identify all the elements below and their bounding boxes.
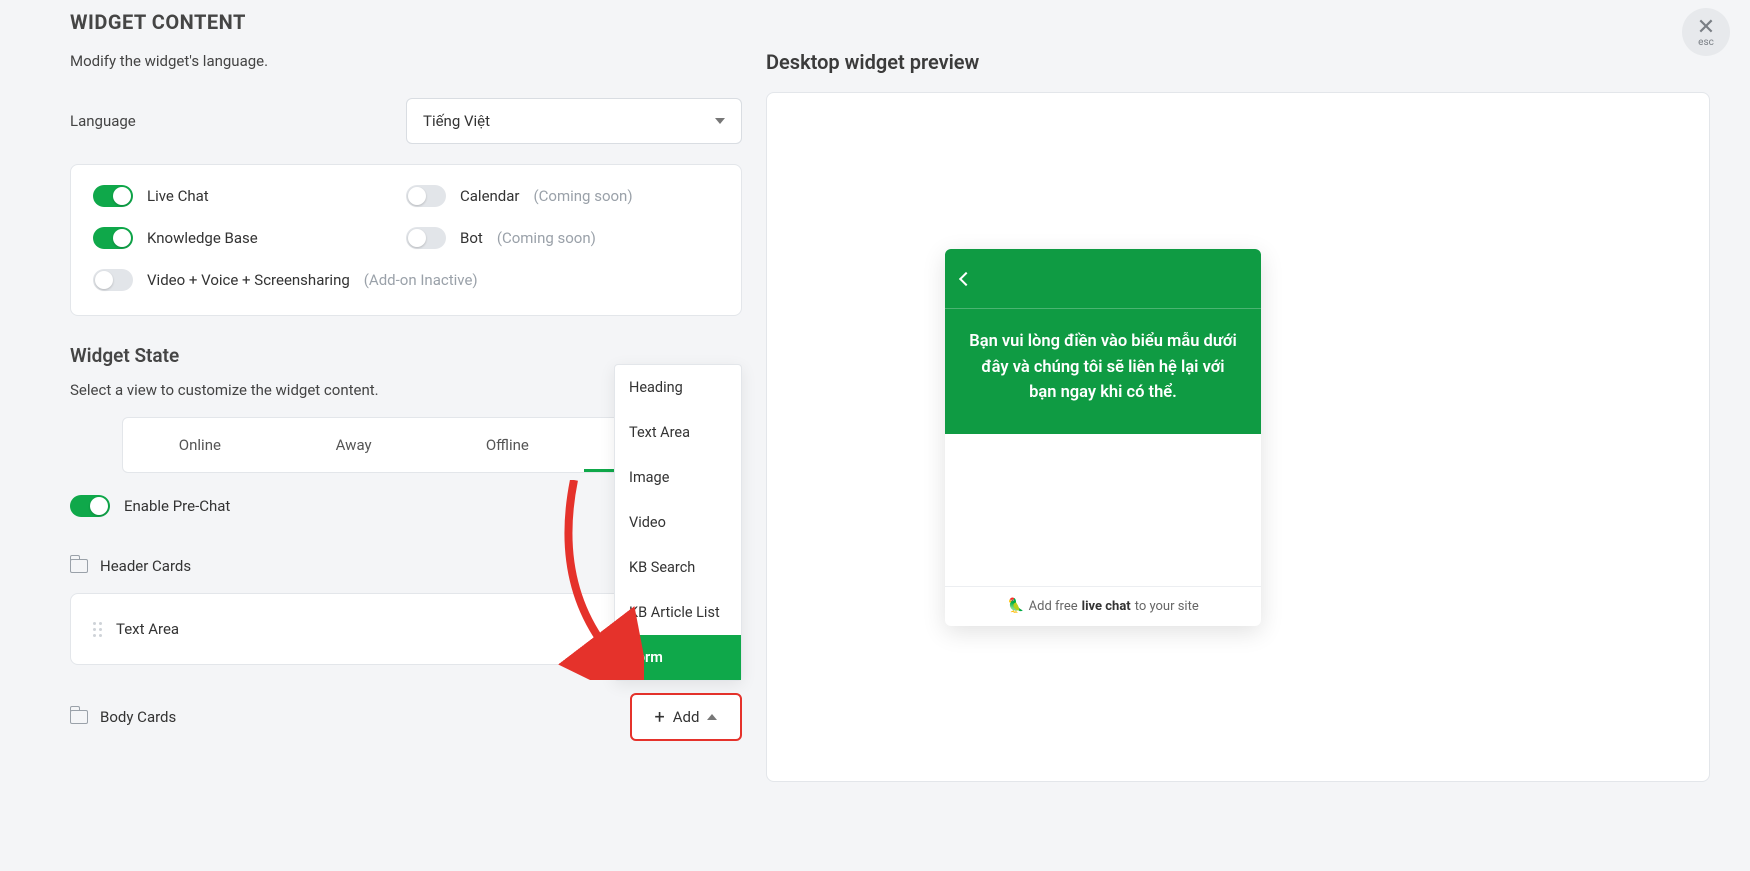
footer-post: to your site: [1135, 599, 1199, 614]
footer-pre: Add free: [1029, 599, 1078, 614]
toggle-calendar[interactable]: [406, 185, 446, 207]
add-button[interactable]: + Add: [630, 693, 742, 741]
toggle-bot[interactable]: [406, 227, 446, 249]
widget-message: Bạn vui lòng điền vào biểu mẫu dưới đây …: [945, 309, 1261, 434]
feature-calendar-label: Calendar: [460, 187, 520, 205]
parrot-icon: 🦜: [1007, 598, 1024, 614]
body-cards-title: Body Cards: [100, 708, 176, 726]
dd-item-kb-article-list[interactable]: KB Article List: [615, 590, 741, 635]
widget-body: [945, 434, 1261, 586]
feature-video-label: Video + Voice + Screensharing: [147, 271, 350, 289]
add-dropdown: Heading Text Area Image Video KB Search …: [614, 364, 742, 681]
section-subtitle: Modify the widget's language.: [70, 52, 742, 70]
plus-icon: +: [655, 707, 665, 728]
feature-live-chat-label: Live Chat: [147, 187, 209, 205]
preview-title: Desktop widget preview: [766, 50, 1710, 74]
close-button[interactable]: ✕ esc: [1682, 8, 1730, 56]
language-value: Tiếng Việt: [423, 112, 490, 130]
chevron-down-icon: [715, 118, 725, 124]
widget-footer[interactable]: 🦜 Add free live chat to your site: [945, 586, 1261, 626]
widget-preview: Bạn vui lòng điền vào biểu mẫu dưới đây …: [945, 249, 1261, 626]
feature-calendar-note: (Coming soon): [534, 187, 633, 205]
language-select[interactable]: Tiếng Việt: [406, 98, 742, 144]
widget-header: [945, 249, 1261, 309]
chevron-up-icon: [707, 714, 717, 720]
tab-online[interactable]: Online: [123, 418, 277, 472]
enable-prechat-label: Enable Pre-Chat: [124, 497, 230, 515]
feature-video-note: (Add-on Inactive): [364, 271, 478, 289]
close-esc-label: esc: [1698, 37, 1714, 48]
feature-card: Live Chat Calendar (Coming soon) Knowled…: [70, 164, 742, 316]
dd-item-kb-search[interactable]: KB Search: [615, 545, 741, 590]
dd-item-image[interactable]: Image: [615, 455, 741, 500]
tab-away[interactable]: Away: [277, 418, 431, 472]
back-icon[interactable]: [959, 271, 973, 285]
dd-item-form[interactable]: Form: [615, 635, 741, 680]
feature-bot-note: (Coming soon): [497, 229, 596, 247]
toggle-video-voice[interactable]: [93, 269, 133, 291]
header-cards-title: Header Cards: [100, 557, 191, 575]
language-label: Language: [70, 112, 406, 130]
toggle-knowledge-base[interactable]: [93, 227, 133, 249]
feature-kb-label: Knowledge Base: [147, 229, 258, 247]
section-title: WIDGET CONTENT: [70, 10, 742, 34]
add-button-label: Add: [673, 708, 700, 726]
feature-bot-label: Bot: [460, 229, 483, 247]
tab-offline[interactable]: Offline: [431, 418, 585, 472]
drag-handle-icon[interactable]: [93, 622, 102, 637]
dd-item-video[interactable]: Video: [615, 500, 741, 545]
preview-panel: Bạn vui lòng điền vào biểu mẫu dưới đây …: [766, 92, 1710, 782]
dd-item-text-area[interactable]: Text Area: [615, 410, 741, 455]
dd-item-heading[interactable]: Heading: [615, 365, 741, 410]
toggle-enable-prechat[interactable]: [70, 495, 110, 517]
close-icon: ✕: [1697, 17, 1715, 39]
folder-icon: [70, 559, 88, 573]
toggle-live-chat[interactable]: [93, 185, 133, 207]
folder-icon: [70, 710, 88, 724]
header-card-item-label: Text Area: [116, 620, 179, 638]
footer-bold: live chat: [1082, 599, 1131, 614]
